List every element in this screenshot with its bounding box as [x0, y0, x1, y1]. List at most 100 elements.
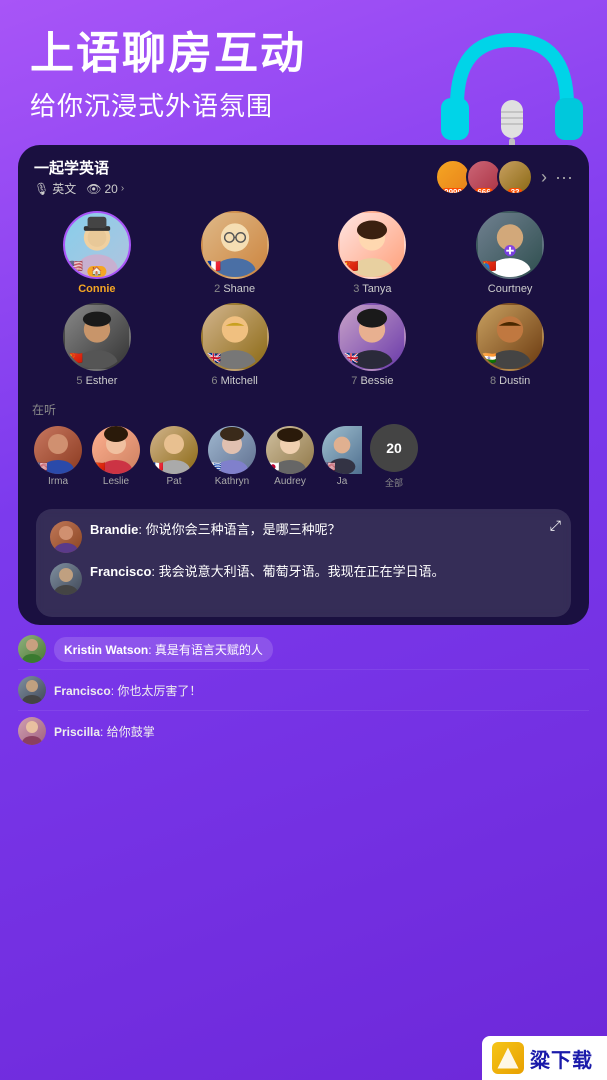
expand-icon[interactable]: ⤢: [550, 517, 561, 534]
speaker-name-connie: Connie: [78, 283, 115, 295]
listener-name-pat: Pat: [166, 476, 181, 487]
header-subtitle: 给你沉浸式外语氛围: [30, 86, 577, 123]
listener-avatar-ja: 🇺🇸: [322, 426, 362, 474]
listener-avatar-pat: 🇫🇷: [150, 426, 198, 474]
flag-dustin: 🇮🇳: [480, 349, 498, 367]
speaker-esther[interactable]: 🇨🇳 5 Esther: [32, 303, 162, 387]
speaker-name-mitchell: 6 Mitchell: [211, 375, 257, 387]
flag-mitchell: 🇬🇧: [205, 349, 223, 367]
comment-francisco2: Francisco: 你也太厉害了！: [18, 670, 589, 711]
listener-ja[interactable]: 🇺🇸 Ja: [322, 426, 362, 487]
listeners-label: 在听: [32, 401, 575, 418]
flag-esther: 🇨🇳: [67, 349, 85, 367]
speaker-name-shane: 2 Shane: [214, 283, 255, 295]
watermark-logo: [492, 1042, 524, 1074]
comment-bubble-kristin: Kristin Watson: 真是有语言天赋的人: [54, 637, 273, 662]
listener-more-count[interactable]: 20: [370, 424, 418, 472]
listener-name-audrey: Audrey: [274, 476, 306, 487]
chat-avatar-brandie: [50, 521, 82, 553]
listener-avatar-audrey: 🇯🇵: [266, 426, 314, 474]
chat-text-brandie: Brandie: 你说你会三种语言，是哪三种呢？: [90, 521, 341, 540]
listener-avatar-irma: 🇺🇸: [34, 426, 82, 474]
listener-audrey[interactable]: 🇯🇵 Audrey: [264, 426, 316, 487]
comment-text-priscilla: Priscilla: 给你鼓掌: [54, 723, 155, 740]
speakers-grid: 🇺🇸 🏠 Connie 🇫🇷 2 Shane: [18, 203, 589, 397]
comment-avatar-priscilla: [18, 717, 46, 745]
speaker-shane[interactable]: 🇫🇷 2 Shane: [170, 211, 300, 295]
chat-message-francisco: Francisco: 我会说意大利语、葡萄牙语。我现在正在学日语。: [50, 563, 557, 595]
chat-text-francisco: Francisco: 我会说意大利语、葡萄牙语。我现在正在学日语。: [90, 563, 445, 582]
comment-bar: Kristin Watson: 真是有语言天赋的人 Francisco: 你也太…: [18, 629, 589, 751]
speaker-avatar-bessie: 🇬🇧: [338, 303, 406, 371]
room-meta: 🎙 英文 👁 20 ›: [34, 180, 124, 197]
user-icon-courtney: 👤: [478, 263, 493, 277]
header-avatar-group: 9999 666 33: [435, 159, 533, 195]
listener-avatar-kathryn: 🇺🇾: [208, 426, 256, 474]
speaker-name-bessie: 7 Bessie: [351, 375, 393, 387]
eye-icon: 👁: [86, 182, 101, 196]
speaker-avatar-mitchell: 🇬🇧: [201, 303, 269, 371]
more-icon[interactable]: ›: [541, 167, 547, 188]
watermark-text: 粱下载: [530, 1044, 593, 1073]
listeners-row: 🇺🇸 Irma 🇨🇳 Leslie: [32, 424, 575, 489]
comment-kristin: Kristin Watson: 真是有语言天赋的人: [18, 629, 589, 670]
speaker-connie[interactable]: 🇺🇸 🏠 Connie: [32, 211, 162, 295]
watermark: 粱下载: [482, 1036, 607, 1080]
listener-avatar-leslie: 🇨🇳: [92, 426, 140, 474]
header-avatar-3: 33: [497, 159, 533, 195]
app-header: 上语聊房互动 给你沉浸式外语氛围: [0, 0, 607, 133]
room-actions: 9999 666 33 › ···: [435, 159, 573, 195]
chat-sender-brandie: Brandie: [90, 522, 138, 537]
speaker-avatar-esther: 🇨🇳: [63, 303, 131, 371]
comment-avatar-francisco2: [18, 676, 46, 704]
chat-sender-francisco: Francisco: [90, 564, 151, 579]
listener-irma[interactable]: 🇺🇸 Irma: [32, 426, 84, 487]
chat-avatar-francisco: [50, 563, 82, 595]
flag-shane: 🇫🇷: [205, 257, 223, 275]
speaker-name-courtney: Courtney: [488, 283, 533, 295]
comment-text-francisco2: Francisco: 你也太厉害了！: [54, 682, 201, 699]
room-title: 一起学英语: [34, 157, 124, 178]
speaker-name-dustin: 8 Dustin: [490, 375, 530, 387]
speaker-avatar-tanya: 🇨🇳: [338, 211, 406, 279]
speaker-bessie[interactable]: 🇬🇧 7 Bessie: [308, 303, 438, 387]
speaker-name-tanya: 3 Tanya: [353, 283, 391, 295]
listener-leslie[interactable]: 🇨🇳 Leslie: [90, 426, 142, 487]
speaker-avatar-dustin: 🇮🇳: [476, 303, 544, 371]
host-badge-connie: 🏠: [87, 266, 106, 277]
speaker-avatar-shane: 🇫🇷: [201, 211, 269, 279]
avatar-badge-3: 33: [508, 188, 523, 195]
avatar-badge-2: 666: [474, 188, 493, 195]
room-header: 一起学英语 🎙 英文 👁 20 › 9999: [18, 145, 589, 203]
speaker-avatar-connie: 🇺🇸 🏠: [63, 211, 131, 279]
listener-name-kathryn: Kathryn: [215, 476, 249, 487]
speaker-avatar-courtney: 🇨🇳 👤: [476, 211, 544, 279]
comment-priscilla: Priscilla: 给你鼓掌: [18, 711, 589, 751]
listener-name-leslie: Leslie: [103, 476, 129, 487]
comment-avatar-kristin: [18, 635, 46, 663]
speaker-mitchell[interactable]: 🇬🇧 6 Mitchell: [170, 303, 300, 387]
avatar-badge-1: 9999: [441, 188, 465, 195]
room-viewers: 👁 20 ›: [86, 182, 124, 196]
speaker-courtney[interactable]: 🇨🇳 👤 Courtney: [445, 211, 575, 295]
room-card: 一起学英语 🎙 英文 👁 20 › 9999: [18, 145, 589, 625]
listener-name-irma: Irma: [48, 476, 68, 487]
flag-connie: 🇺🇸: [67, 257, 85, 275]
speaker-name-esther: 5 Esther: [76, 375, 117, 387]
viewers-chevron: ›: [121, 183, 124, 194]
chat-message-brandie: Brandie: 你说你会三种语言，是哪三种呢？: [50, 521, 557, 553]
mic-icon: 🎙: [34, 182, 49, 196]
listener-name-ja: Ja: [337, 476, 348, 487]
speaker-dustin[interactable]: 🇮🇳 8 Dustin: [445, 303, 575, 387]
chat-section: ⤢ Brandie: 你说你会三种语言，是哪三种呢？: [36, 509, 571, 617]
flag-tanya: 🇨🇳: [342, 257, 360, 275]
listener-pat[interactable]: 🇫🇷 Pat: [148, 426, 200, 487]
dots-icon[interactable]: ···: [555, 167, 573, 188]
comment-sender-kristin: Kristin Watson: [64, 643, 148, 657]
speaker-tanya[interactable]: 🇨🇳 3 Tanya: [308, 211, 438, 295]
all-label[interactable]: 全部: [385, 476, 403, 489]
header-title: 上语聊房互动: [30, 30, 577, 78]
listener-more[interactable]: 20 全部: [368, 424, 420, 489]
flag-bessie: 🇬🇧: [342, 349, 360, 367]
listener-kathryn[interactable]: 🇺🇾 Kathryn: [206, 426, 258, 487]
